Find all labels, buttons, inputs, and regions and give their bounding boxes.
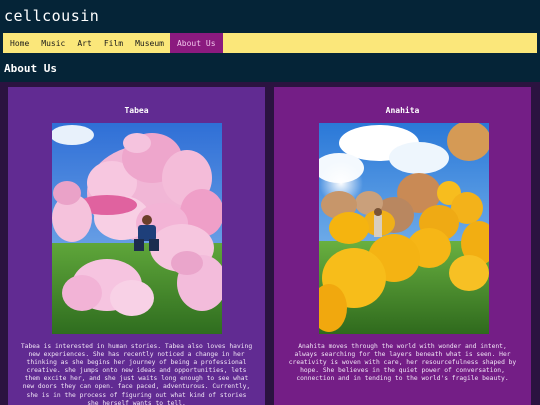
profile-name: Anahita xyxy=(385,106,420,115)
yellow-blobs-artwork xyxy=(319,123,489,334)
nav-museum[interactable]: Museum xyxy=(129,33,170,53)
nav-home[interactable]: Home xyxy=(3,33,35,53)
pink-blobs-artwork xyxy=(52,123,222,334)
profile-name: Tabea xyxy=(124,106,149,115)
nav-about-us[interactable]: About Us xyxy=(169,33,223,53)
main-navbar: Home Music Art Film Museum About Us xyxy=(3,33,537,53)
site-title[interactable]: cellcousin xyxy=(4,7,99,25)
nav-music[interactable]: Music xyxy=(35,33,71,53)
profile-photo-anahita xyxy=(319,123,489,334)
nav-film[interactable]: Film xyxy=(98,33,129,53)
profile-bio: Tabea is interested in human stories. Ta… xyxy=(20,343,253,405)
page-heading: About Us xyxy=(4,62,57,75)
about-content: Tabea Tabea is interested in human stori… xyxy=(0,82,540,405)
profile-card-tabea: Tabea Tabea is interested in human stori… xyxy=(8,87,265,405)
nav-art[interactable]: Art xyxy=(71,33,97,53)
profile-bio: Anahita moves through the world with won… xyxy=(288,343,517,383)
profile-photo-tabea xyxy=(52,123,222,334)
profile-card-anahita: Anahita Anahita moves through the world … xyxy=(274,87,531,405)
